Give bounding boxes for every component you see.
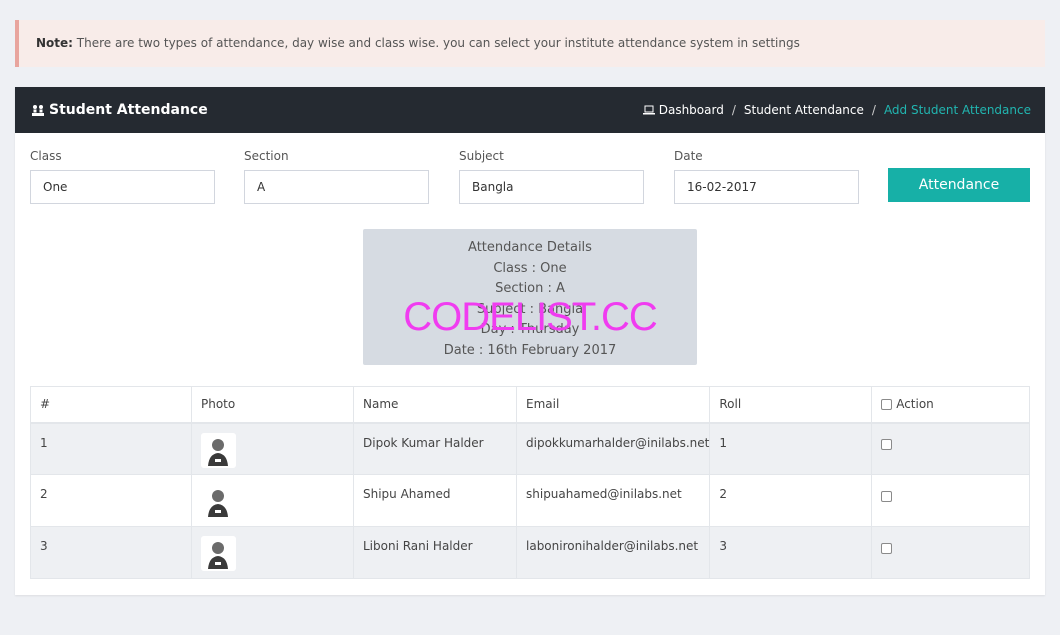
breadcrumb-separator: / (731, 103, 736, 117)
date-input[interactable]: 16-02-2017 (674, 170, 859, 204)
row-photo (191, 474, 354, 527)
breadcrumb-student-attendance[interactable]: Student Attendance (744, 103, 864, 117)
table-header-row: # Photo Name Email Roll Action (30, 386, 1030, 424)
select-all-checkbox[interactable] (881, 399, 893, 411)
breadcrumb-separator: / (871, 103, 876, 117)
col-roll: Roll (709, 386, 873, 424)
row-photo (191, 526, 354, 579)
attendance-checkbox[interactable] (881, 542, 893, 554)
section-select[interactable]: A (244, 170, 429, 204)
user-avatar-icon (201, 432, 236, 468)
row-action (871, 474, 1030, 527)
col-name: Name (353, 386, 517, 424)
row-roll: 1 (709, 422, 873, 475)
subject-select[interactable]: Bangla (459, 170, 644, 204)
col-number: # (30, 386, 192, 424)
col-action: Action (871, 386, 1030, 424)
row-roll: 2 (709, 474, 873, 527)
watermark: CODELIST.CC (403, 295, 658, 339)
subject-field: Subject Bangla (459, 149, 644, 204)
user-avatar-icon (201, 484, 236, 519)
attendance-table: # Photo Name Email Roll Action 1 Dipok K… (30, 386, 1030, 579)
col-email: Email (515, 386, 711, 424)
attendance-card: Student Attendance Dashboard / Student A… (15, 87, 1045, 595)
note-text: There are two types of attendance, day w… (76, 36, 800, 50)
row-name: Shipu Ahamed (353, 474, 517, 527)
row-number: 1 (30, 422, 192, 475)
class-field: Class One (30, 149, 215, 204)
breadcrumb-dashboard[interactable]: Dashboard (659, 103, 724, 117)
page-title-text: Student Attendance (49, 102, 208, 118)
row-roll: 3 (709, 526, 873, 579)
section-label: Section (244, 149, 289, 163)
col-photo: Photo (191, 386, 354, 424)
date-label: Date (674, 149, 703, 163)
class-select[interactable]: One (30, 170, 215, 204)
note-label: Note: (36, 36, 73, 50)
attendance-button[interactable]: Attendance (888, 168, 1030, 202)
date-field: Date 16-02-2017 (674, 149, 859, 204)
card-header: Student Attendance Dashboard / Student A… (15, 87, 1045, 133)
user-avatar-icon (201, 536, 236, 571)
subject-label: Subject (459, 149, 504, 163)
details-title: Attendance Details (468, 240, 592, 255)
row-email: labonironihalder@inilabs.net (515, 526, 711, 579)
class-label: Class (30, 149, 62, 163)
row-email: shipuahamed@inilabs.net (515, 474, 711, 527)
row-action (871, 526, 1030, 579)
breadcrumb-add-student-attendance: Add Student Attendance (883, 103, 1031, 117)
page-title: Student Attendance (31, 102, 208, 118)
note-alert: Note: There are two types of attendance,… (15, 20, 1045, 67)
row-name: Dipok Kumar Halder (353, 422, 517, 475)
row-number: 2 (30, 474, 192, 527)
table-row: 3 Liboni Rani Halder labonironihalder@in… (30, 526, 1030, 579)
row-name: Liboni Rani Halder (353, 526, 517, 579)
col-action-label: Action (896, 397, 934, 412)
details-class: Class : One (493, 260, 567, 276)
row-action (871, 422, 1030, 475)
people-icon (32, 105, 44, 116)
attendance-checkbox[interactable] (881, 490, 893, 502)
table-row: 2 Shipu Ahamed shipuahamed@inilabs.net 2 (30, 474, 1030, 527)
row-email: dipokkumarhalder@inilabs.net (515, 422, 711, 475)
laptop-icon (642, 105, 655, 115)
attendance-checkbox[interactable] (881, 439, 893, 450)
row-photo (191, 422, 354, 475)
row-number: 3 (30, 526, 192, 579)
details-date: Date : 16th February 2017 (443, 342, 617, 358)
table-row: 1 Dipok Kumar Halder dipokkumarhalder@in… (30, 422, 1030, 475)
section-field: Section A (244, 149, 429, 204)
breadcrumb: Dashboard / Student Attendance / Add Stu… (642, 103, 1031, 117)
attendance-form: Class One Section A Subject Bangla Date … (30, 149, 1030, 209)
